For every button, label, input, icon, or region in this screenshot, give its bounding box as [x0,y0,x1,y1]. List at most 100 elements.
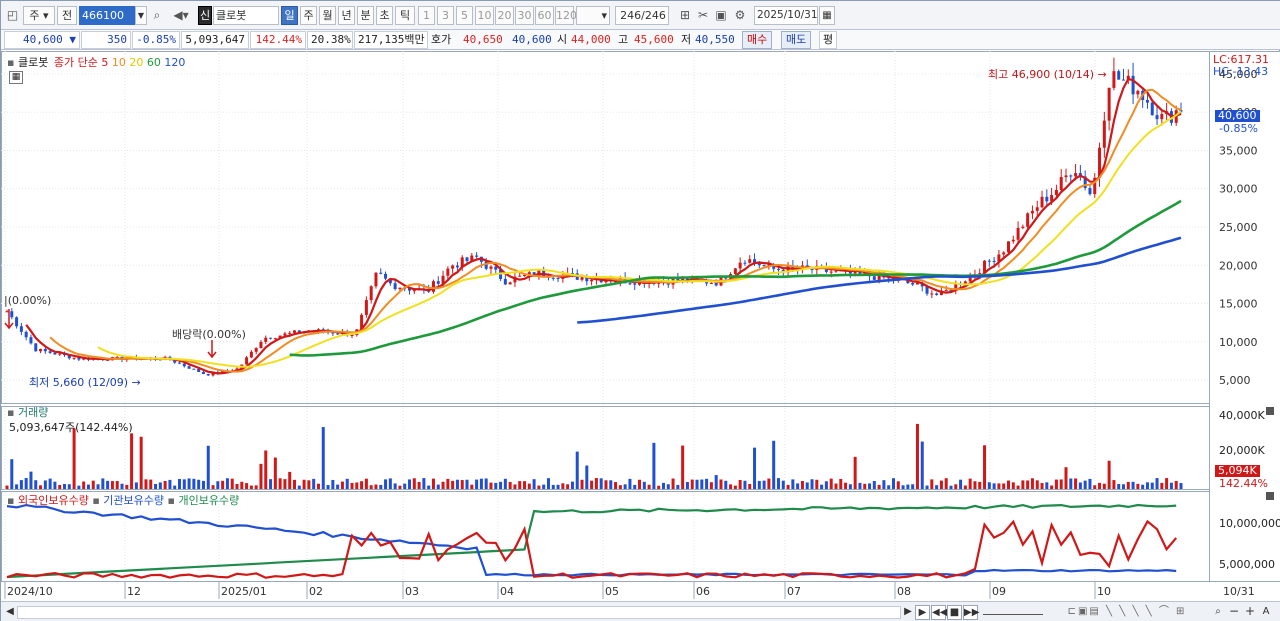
candle-body [1131,75,1135,95]
candle-body [709,282,713,284]
legend-foreign: 외국인보유수량 [17,494,89,507]
scroll-bar[interactable]: ◀ ▶ ▶ ◀◀ ■ ▶▶ ⊏▣▤ ╲ ╲ ╲ ╲ ⌒ ⊞ ⌕ − + A [1,601,1280,621]
volume-bar [115,480,119,489]
stock-name-field[interactable]: 클로봇 [213,6,279,25]
tab-second[interactable]: 초 [376,6,393,25]
tab-day[interactable]: 일 [281,6,298,25]
interval-10[interactable]: 10 [475,6,494,25]
stop-icon[interactable]: ■ [947,605,962,620]
legend-price-type: 종가 단순 [53,56,98,69]
tab-year[interactable]: 년 [338,6,355,25]
holding-tick-1: 10,000,000 [1219,517,1280,530]
last-icon[interactable]: ▶▶ [963,605,979,620]
interval-3[interactable]: 3 [437,6,454,25]
volume-bar [930,479,934,489]
legend-ma20: 20 [129,56,144,69]
volume-bar [436,484,440,489]
volume-bar [695,479,699,489]
chart-area[interactable]: 45,00040,00035,00030,00025,00020,00015,0… [1,51,1280,601]
interval-1[interactable]: 1 [418,6,435,25]
buy-button[interactable]: 매수 [742,31,773,49]
candle-body [1064,175,1068,178]
interval-120[interactable]: 120 [555,6,577,25]
legend-institution: 기관보유수량 [103,494,165,507]
sell-button[interactable]: 매도 [781,31,812,49]
calculator-icon[interactable]: ▦ [9,71,23,84]
font-size-icon[interactable]: A [1259,605,1273,620]
date-field[interactable]: 2025/10/31 [754,6,818,25]
scroll-right-icon[interactable]: ▶ [903,605,913,620]
interval-20[interactable]: 20 [495,6,514,25]
volume-bar [968,478,972,489]
candle-body [455,265,459,268]
tab-week[interactable]: 주 [300,6,317,25]
volume-bar [853,456,857,489]
zoom-search-icon[interactable]: ⌕ [1211,605,1225,620]
legend-square-icon: ▪ [92,494,100,507]
candle-body [762,265,766,267]
volume-bar [206,445,210,489]
interval-60[interactable]: 60 [535,6,554,25]
volume-bar [724,480,728,489]
volume-bar [1059,479,1063,489]
prev-button[interactable]: 전 [57,6,77,25]
volume-title-text: 거래량 [17,406,49,419]
low-label: 저 [681,33,692,46]
candle-body [1026,213,1030,227]
candle-body [1107,87,1111,121]
interval-30[interactable]: 30 [515,6,534,25]
date-tick-label: 07 [787,585,801,598]
grid-icon[interactable]: ⊞ [677,6,693,25]
volume-bar [1064,467,1068,489]
candle-body [336,333,340,335]
tab-minute[interactable]: 분 [357,6,374,25]
eval-button[interactable]: 평 [819,31,837,49]
speaker-icon[interactable]: ◀▾ [167,6,195,25]
custom-interval-select[interactable]: ▾ [576,6,610,25]
panel-close-icon[interactable] [1266,407,1274,415]
zoom-out-icon[interactable]: − [1227,605,1241,620]
settings-icon[interactable]: ⚙ [732,6,748,25]
code-dropdown-icon[interactable]: ▼ [135,6,147,25]
interval-5[interactable]: 5 [456,6,473,25]
candle-body [743,262,747,264]
date-tick-label: 10 [1097,585,1111,598]
candle-body [436,281,440,284]
play-icon[interactable]: ▶ [915,605,930,620]
count-field[interactable]: 246/246 [615,6,669,25]
calendar-icon[interactable]: ▦ [819,6,835,25]
volume-bar [331,479,335,489]
tab-tick[interactable]: 틱 [395,6,415,25]
scissors-icon[interactable]: ✂ [695,6,711,25]
drawing-tools[interactable]: ⊏▣▤ ╲ ╲ ╲ ╲ ⌒ ⊞ [1047,605,1207,620]
candle-body [935,293,939,295]
volume-bar [173,485,177,489]
save-icon[interactable]: ▣ [713,6,729,25]
candle-body [992,260,996,262]
date-tick-label: 2024/10 [7,585,53,598]
search-icon[interactable]: ⌕ [149,6,165,25]
volume-bar [91,480,95,489]
stock-code-input[interactable]: 466100 [79,6,135,25]
volume-bar [997,483,1001,489]
tab-month[interactable]: 월 [319,6,336,25]
volume-bar [824,481,828,489]
period-type-select[interactable]: 주 ▾ [23,6,55,25]
window-icon[interactable]: ◰ [4,6,21,25]
volume-bar [661,482,665,489]
scroll-track[interactable] [17,606,901,619]
price-tick-label: 5,000 [1219,374,1251,387]
zoom-in-icon[interactable]: + [1243,605,1257,620]
candle-body [1002,252,1006,255]
volume-bar [949,485,953,489]
volume-bar [245,483,249,489]
first-icon[interactable]: ◀◀ [931,605,947,620]
volume-bar [154,483,158,489]
candle-body [1121,79,1125,81]
scroll-left-icon[interactable]: ◀ [5,605,15,620]
candle-body [264,337,268,342]
zoom-slider[interactable] [983,605,1043,615]
price-tick-label: 30,000 [1219,183,1258,196]
volume-bar [987,482,991,489]
panel-close-icon[interactable] [1266,492,1274,500]
